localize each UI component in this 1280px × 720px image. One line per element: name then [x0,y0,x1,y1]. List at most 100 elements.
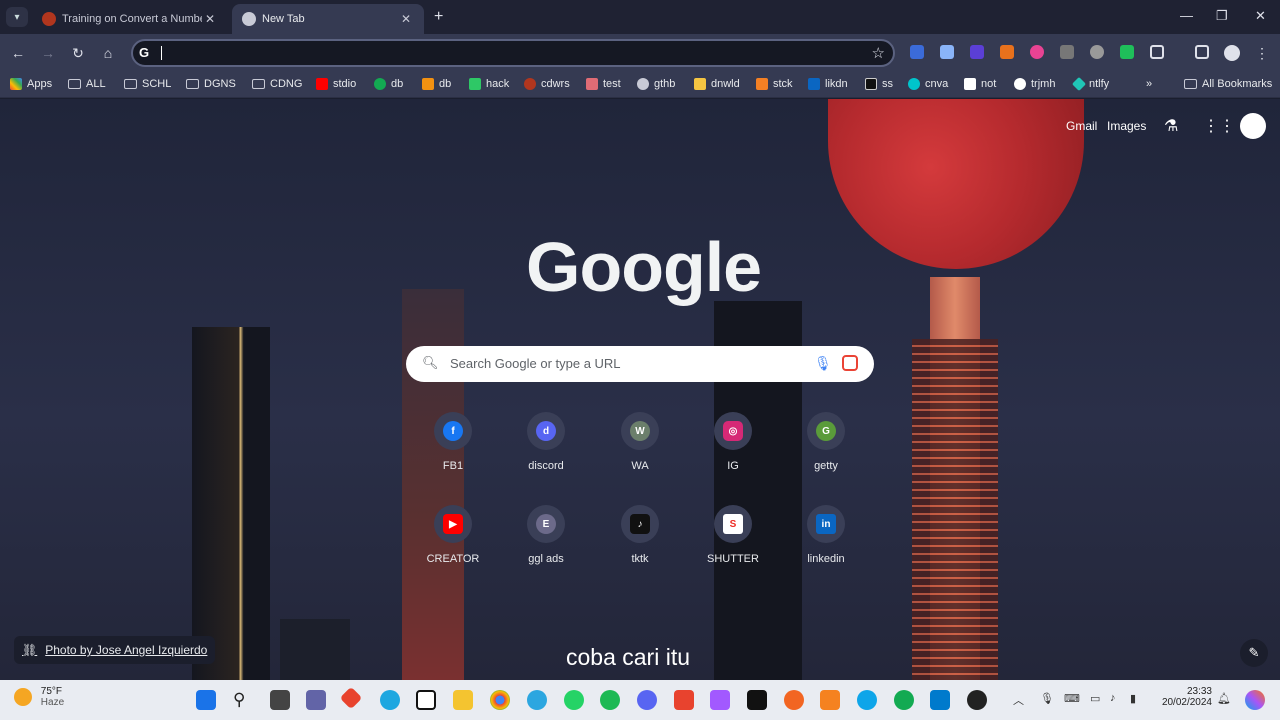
bookmark-apps[interactable]: Apps [10,78,52,90]
photo-credit-link[interactable]: ⛓ Photo by Jose Angel Izquierdo [14,636,216,664]
bookmark-item[interactable]: ss [865,78,893,90]
obs-icon[interactable] [967,690,987,710]
bookmark-folder[interactable]: CDNG [252,78,302,90]
bookmark-item[interactable]: stdio [316,78,356,90]
notion-icon[interactable] [416,690,436,710]
bookmark-item[interactable]: stck [756,78,793,90]
account-avatar[interactable] [1240,113,1266,139]
bookmark-item[interactable]: cdwrs [524,78,570,90]
shortcut-shutter[interactable]: S SHUTTER [693,505,773,565]
discord-icon[interactable] [637,690,657,710]
extension-icon[interactable] [1120,45,1134,59]
app-icon[interactable] [339,686,363,710]
labs-flask-icon[interactable]: ⚗ [1164,116,1178,136]
restore-icon[interactable]: ❐ [1216,8,1228,24]
tray-chevron-icon[interactable]: ︿ [1013,692,1024,708]
vscode-icon[interactable] [930,690,950,710]
volume-icon[interactable]: ♪ [1110,692,1116,704]
bookmark-folder[interactable]: DGNS [186,78,236,90]
extension-icon[interactable] [1060,45,1074,59]
menu-kebab-icon[interactable]: ⋮ [1252,43,1272,63]
shortcut-linkedin[interactable]: in linkedin [786,505,866,565]
close-tab-icon[interactable]: ✕ [202,12,218,26]
bookmark-item[interactable]: db [374,78,403,90]
figma-icon[interactable] [710,690,730,710]
bookmark-item[interactable]: dnwld [694,78,740,90]
forward-icon[interactable]: → [38,43,58,63]
notifications-bell-icon[interactable]: 🔔︎ [1217,692,1231,705]
home-icon[interactable]: ⌂ [98,43,118,63]
gmail-link[interactable]: Gmail [1066,119,1097,133]
file-explorer-icon[interactable] [453,690,473,710]
all-bookmarks-button[interactable]: All Bookmarks [1184,78,1272,90]
bookmark-star-icon[interactable]: ☆ [872,44,885,62]
customize-pencil-icon[interactable]: ✎ [1240,639,1268,667]
close-tab-icon[interactable]: ✕ [398,12,414,26]
extensions-puzzle-icon[interactable] [1150,45,1164,59]
bookmark-item[interactable]: db [422,78,451,90]
minimize-icon[interactable]: — [1180,8,1193,23]
shortcut-wa[interactable]: W WA [600,412,680,472]
extension-icon[interactable] [1000,45,1014,59]
search-input[interactable]: Search Google or type a URL [450,356,621,371]
extension-icon[interactable] [1030,45,1044,59]
shortcut-ggl-ads[interactable]: E ggl ads [506,505,586,565]
images-link[interactable]: Images [1107,119,1146,133]
postman-icon[interactable] [784,690,804,710]
bookmark-item[interactable]: cnva [908,78,948,90]
network-icon[interactable]: ▭ [1090,692,1100,705]
help-icon[interactable] [380,690,400,710]
tab-search-button[interactable]: ▾ [6,7,28,27]
copilot-icon[interactable] [1245,690,1265,710]
mongodb-compass-icon[interactable] [894,690,914,710]
google-lens-icon[interactable] [842,355,858,371]
chrome-icon[interactable] [490,690,510,710]
address-bar[interactable]: G ☆ [131,39,895,67]
new-tab-button[interactable]: + [434,8,443,26]
clock[interactable]: 23:33 20/02/2024 [1156,686,1212,708]
battery-icon[interactable]: ▮ [1130,692,1136,705]
shortcut-ig[interactable]: ◎ IG [693,412,773,472]
search-box[interactable]: 🔍︎ Search Google or type a URL 🎙︎ [406,346,874,382]
xampp-icon[interactable] [820,690,840,710]
keyboard-icon[interactable]: ⌨ [1064,692,1080,705]
shortcut-discord[interactable]: d discord [506,412,586,472]
bookmark-item[interactable]: gthb [637,78,675,90]
profile-avatar[interactable] [1224,45,1240,61]
bookmark-item[interactable]: trjmh [1014,78,1055,90]
bookmark-item[interactable]: ntlfy [1071,76,1109,92]
teams-icon[interactable] [306,690,326,710]
bookmark-folder[interactable]: SCHL [124,78,171,90]
bookmark-item[interactable]: not [964,78,996,90]
bookmark-item[interactable]: hack [469,78,509,90]
extension-icon[interactable] [1090,45,1104,59]
tab-new-tab[interactable]: New Tab ✕ [232,4,424,34]
microphone-icon[interactable]: 🎙︎ [1040,692,1054,705]
shortcut-fb1[interactable]: f FB1 [413,412,493,472]
extension-icon[interactable] [910,45,924,59]
microphone-icon[interactable]: 🎙︎ [814,355,832,372]
bookmark-item[interactable]: likdn [808,78,848,90]
spotify-icon[interactable] [600,690,620,710]
app-icon[interactable] [674,690,694,710]
bookmark-folder[interactable]: ALL [68,78,106,90]
extension-icon[interactable] [940,45,954,59]
weather-widget[interactable]: 75°F Haze [14,686,64,708]
shortcut-getty[interactable]: G getty [786,412,866,472]
shortcut-creator[interactable]: ▶ CREATOR [413,505,493,565]
search-icon[interactable]: ⚲ [233,690,253,710]
windows-start-icon[interactable] [196,690,216,710]
edge-icon[interactable] [527,690,547,710]
shortcut-tktk[interactable]: ♪ tktk [600,505,680,565]
extension-icon[interactable] [970,45,984,59]
task-view-icon[interactable] [270,690,290,710]
more-bookmarks-chevron-icon[interactable]: » [1146,78,1152,90]
tab-training[interactable]: Training on Convert a Number T ✕ [32,4,228,34]
whatsapp-icon[interactable] [564,690,584,710]
terminal-icon[interactable] [747,690,767,710]
reload-icon[interactable]: ↻ [68,43,88,63]
back-icon[interactable]: ← [8,43,28,63]
side-panel-icon[interactable] [1195,45,1209,59]
close-window-icon[interactable]: ✕ [1255,8,1266,24]
app-icon[interactable] [857,690,877,710]
